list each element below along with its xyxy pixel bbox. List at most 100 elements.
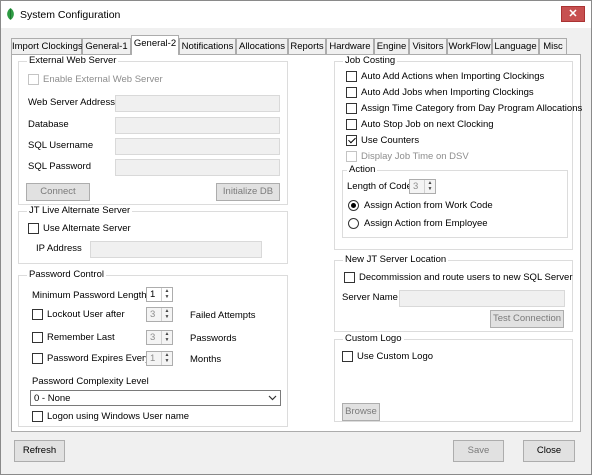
password-expires-label: Password Expires Every <box>47 353 150 364</box>
decommission-checkbox[interactable] <box>344 272 355 283</box>
tab-import-clockings[interactable]: Import Clockings <box>11 38 83 54</box>
tab-reports[interactable]: Reports <box>288 38 326 54</box>
decommission-label: Decommission and route users to new SQL … <box>359 272 573 283</box>
browse-button[interactable]: Browse <box>342 403 380 421</box>
web-server-address-label: Web Server Address <box>28 97 115 108</box>
action-group: Action Length of Code 3 ▲ ▼ Assign Action… <box>342 164 568 238</box>
external-web-server-group: External Web Server Enable External Web … <box>18 55 288 205</box>
use-custom-logo-checkbox[interactable] <box>342 351 353 362</box>
web-server-address-field[interactable] <box>115 95 280 112</box>
password-expires-checkbox[interactable] <box>32 353 43 364</box>
assign-employee-radio[interactable] <box>348 218 359 229</box>
spin-down-icon[interactable]: ▼ <box>425 186 435 192</box>
lockout-checkbox[interactable] <box>32 309 43 320</box>
job-costing-group: Job Costing Auto Add Actions when Import… <box>334 55 582 250</box>
tab-hardware[interactable]: Hardware <box>326 38 374 54</box>
password-control-group: Password Control Minimum Password Length… <box>18 269 288 427</box>
refresh-button[interactable]: Refresh <box>14 440 65 462</box>
close-button[interactable]: Close <box>523 440 575 462</box>
min-length-stepper[interactable]: 1 ▲ ▼ <box>146 287 173 302</box>
tab-notifications[interactable]: Notifications <box>179 38 236 54</box>
tab-strip: Import Clockings General-1 General-2 Not… <box>11 35 581 55</box>
use-alternate-server-label: Use Alternate Server <box>43 223 131 234</box>
complexity-level-select[interactable]: 0 - None <box>30 390 281 406</box>
general-2-panel: External Web Server Enable External Web … <box>11 54 582 432</box>
auto-add-jobs-checkbox[interactable] <box>346 87 357 98</box>
test-connection-button[interactable]: Test Connection <box>490 310 564 328</box>
title-bar: System Configuration ✕ <box>1 1 591 28</box>
ip-address-label: IP Address <box>36 243 82 254</box>
spin-down-icon[interactable]: ▼ <box>162 337 172 343</box>
length-of-code-stepper[interactable]: 3 ▲ ▼ <box>409 179 436 194</box>
tab-misc[interactable]: Misc <box>539 38 567 54</box>
enable-external-web-label: Enable External Web Server <box>43 74 163 85</box>
connect-button[interactable]: Connect <box>26 183 90 201</box>
initialize-db-button[interactable]: Initialize DB <box>216 183 280 201</box>
auto-stop-job-checkbox[interactable] <box>346 119 357 130</box>
use-counters-label: Use Counters <box>361 135 420 146</box>
tab-workflow[interactable]: WorkFlow <box>447 38 492 54</box>
tab-general-2[interactable]: General-2 <box>131 35 179 55</box>
ip-address-field[interactable] <box>90 241 262 258</box>
tab-language[interactable]: Language <box>492 38 539 54</box>
group-legend: New JT Server Location <box>343 254 449 265</box>
group-legend: Custom Logo <box>343 333 404 344</box>
assign-work-code-radio[interactable] <box>348 200 359 211</box>
group-legend: Password Control <box>27 269 106 280</box>
spin-down-icon[interactable]: ▼ <box>162 314 172 320</box>
auto-add-jobs-label: Auto Add Jobs when Importing Clockings <box>361 87 534 98</box>
custom-logo-group: Custom Logo Use Custom Logo Browse <box>334 333 573 422</box>
tab-engine[interactable]: Engine <box>374 38 409 54</box>
use-custom-logo-label: Use Custom Logo <box>357 351 434 362</box>
display-job-time-label: Display Job Time on DSV <box>361 151 469 162</box>
use-alternate-server-checkbox[interactable] <box>28 223 39 234</box>
auto-add-actions-label: Auto Add Actions when Importing Clocking… <box>361 71 545 82</box>
assign-work-code-label: Assign Action from Work Code <box>364 200 493 211</box>
lockout-suffix: Failed Attempts <box>190 310 256 321</box>
window-title: System Configuration <box>20 9 121 21</box>
assign-time-category-label: Assign Time Category from Day Program Al… <box>361 103 583 114</box>
min-length-label: Minimum Password Length <box>32 290 147 301</box>
use-counters-checkbox[interactable] <box>346 135 357 146</box>
windows-logon-label: Logon using Windows User name <box>47 411 190 422</box>
database-field[interactable] <box>115 117 280 134</box>
window-close-button[interactable]: ✕ <box>561 6 585 22</box>
spin-down-icon[interactable]: ▼ <box>162 294 172 300</box>
assign-time-category-checkbox[interactable] <box>346 103 357 114</box>
tab-general-1[interactable]: General-1 <box>82 38 131 54</box>
sql-username-label: SQL Username <box>28 140 94 151</box>
group-legend: External Web Server <box>27 55 119 66</box>
windows-logon-checkbox[interactable] <box>32 411 43 422</box>
length-of-code-label: Length of Code <box>347 181 412 192</box>
spin-down-icon[interactable]: ▼ <box>162 358 172 364</box>
display-job-time-checkbox[interactable] <box>346 151 357 162</box>
system-configuration-window: System Configuration ✕ Import Clockings … <box>0 0 592 475</box>
sql-password-label: SQL Password <box>28 161 92 172</box>
remember-last-suffix: Passwords <box>190 333 237 344</box>
group-legend: Action <box>347 164 378 175</box>
lockout-label: Lockout User after <box>47 309 125 320</box>
sql-password-field[interactable] <box>115 159 280 176</box>
group-legend: JT Live Alternate Server <box>27 205 133 216</box>
enable-external-web-checkbox[interactable] <box>28 74 39 85</box>
remember-last-checkbox[interactable] <box>32 332 43 343</box>
new-jt-server-location-group: New JT Server Location Decommission and … <box>334 254 573 332</box>
server-name-field[interactable] <box>399 290 565 307</box>
lockout-stepper[interactable]: 3 ▲ ▼ <box>146 307 173 322</box>
tab-allocations[interactable]: Allocations <box>236 38 288 54</box>
jt-live-alternate-server-group: JT Live Alternate Server Use Alternate S… <box>18 205 288 264</box>
password-expires-stepper[interactable]: 1 ▲ ▼ <box>146 351 173 366</box>
auto-add-actions-checkbox[interactable] <box>346 71 357 82</box>
close-icon: ✕ <box>568 8 578 20</box>
password-expires-suffix: Months <box>190 354 222 365</box>
server-name-label: Server Name <box>342 292 398 303</box>
remember-last-label: Remember Last <box>47 332 115 343</box>
assign-employee-label: Assign Action from Employee <box>364 218 488 229</box>
auto-stop-job-label: Auto Stop Job on next Clocking <box>361 119 494 130</box>
tab-visitors[interactable]: Visitors <box>409 38 447 54</box>
sql-username-field[interactable] <box>115 138 280 155</box>
complexity-level-label: Password Complexity Level <box>32 376 149 387</box>
remember-last-stepper[interactable]: 3 ▲ ▼ <box>146 330 173 345</box>
save-button[interactable]: Save <box>453 440 504 462</box>
chevron-down-icon <box>268 395 277 401</box>
